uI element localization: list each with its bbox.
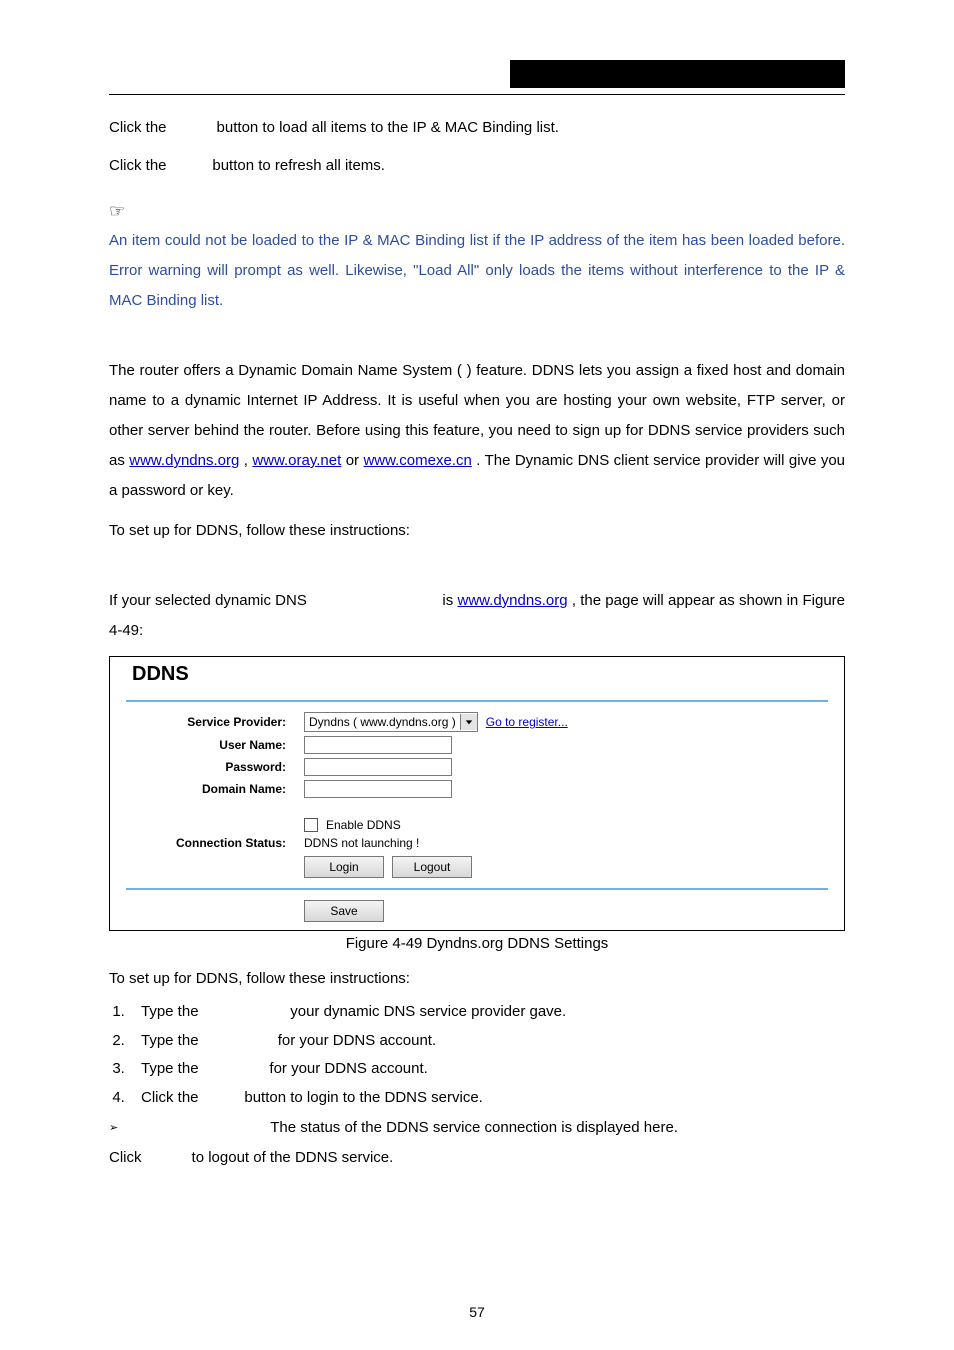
password-input[interactable] xyxy=(304,758,452,776)
domain-name-input[interactable] xyxy=(304,780,452,798)
select-value: Dyndns ( www.dyndns.org ) xyxy=(305,715,460,729)
row-domain-name: Domain Name: xyxy=(110,778,844,800)
text: Click xyxy=(109,1149,146,1166)
login-button[interactable]: Login xyxy=(304,856,384,878)
steps-intro: To set up for DDNS, follow these instruc… xyxy=(109,964,845,994)
link-comexe[interactable]: www.comexe.cn xyxy=(363,452,471,469)
top-black-bar xyxy=(510,60,845,88)
enable-ddns-checkbox[interactable] xyxy=(304,818,318,832)
link-dyndns[interactable]: www.dyndns.org xyxy=(129,452,239,469)
go-to-register-link[interactable]: Go to register... xyxy=(486,715,568,729)
service-provider-select[interactable]: Dyndns ( www.dyndns.org ) xyxy=(304,712,478,732)
figure-caption: Figure 4-49 Dyndns.org DDNS Settings xyxy=(109,935,845,952)
label-service-provider: Service Provider: xyxy=(126,715,304,729)
enable-ddns-label: Enable DDNS xyxy=(326,818,401,832)
blank xyxy=(171,157,209,174)
label-domain-name: Domain Name: xyxy=(126,782,304,796)
click-load-all-line: Click the button to load all items to th… xyxy=(109,113,845,143)
user-name-input[interactable] xyxy=(304,736,452,754)
blank xyxy=(171,119,213,136)
text: Click the xyxy=(109,157,171,174)
step-3: Type the for your DDNS account. xyxy=(129,1055,845,1084)
connection-status-value: DDNS not launching ! xyxy=(304,836,419,850)
row-login-buttons: Login Logout xyxy=(110,852,844,888)
header-divider xyxy=(109,94,845,95)
text: The status of the DDNS service connectio… xyxy=(270,1119,678,1136)
save-button[interactable]: Save xyxy=(304,900,384,922)
blank xyxy=(203,1032,274,1049)
step-4: Click the button to login to the DDNS se… xyxy=(129,1084,845,1113)
link-dyndns-inline[interactable]: www.dyndns.org xyxy=(458,592,568,609)
panel-title: DDNS xyxy=(110,657,844,700)
connection-status-note: ➢ The status of the DDNS service connect… xyxy=(109,1114,845,1143)
label-password: Password: xyxy=(126,760,304,774)
blank xyxy=(203,1060,266,1077)
text: button to load all items to the IP & MAC… xyxy=(217,119,559,136)
setup-instruction-line: To set up for DDNS, follow these instruc… xyxy=(109,516,845,546)
selected-provider-line: If your selected dynamic DNS is www.dynd… xyxy=(109,586,845,646)
step-2: Type the for your DDNS account. xyxy=(129,1027,845,1056)
steps-list: Type the your dynamic DNS service provid… xyxy=(109,998,845,1112)
row-save: Save xyxy=(110,898,844,930)
figure-ddns-settings: DDNS Service Provider: Dyndns ( www.dynd… xyxy=(109,656,845,931)
ddns-intro-paragraph: The router offers a Dynamic Domain Name … xyxy=(109,356,845,506)
chevron-right-icon: ➢ xyxy=(109,1114,133,1139)
blank xyxy=(133,1119,266,1136)
note-text: An item could not be loaded to the IP & … xyxy=(109,226,845,316)
row-password: Password: xyxy=(110,756,844,778)
panel-divider xyxy=(126,888,828,890)
text: Click the xyxy=(141,1089,203,1106)
row-connection-status: Connection Status: DDNS not launching ! xyxy=(110,834,844,852)
text: is xyxy=(442,592,457,609)
text: button to login to the DDNS service. xyxy=(244,1089,482,1106)
step-1: Type the your dynamic DNS service provid… xyxy=(129,998,845,1027)
link-oray[interactable]: www.oray.net xyxy=(252,452,341,469)
row-service-provider: Service Provider: Dyndns ( www.dyndns.or… xyxy=(110,710,844,734)
chevron-down-icon[interactable] xyxy=(460,714,477,730)
blank xyxy=(203,1003,286,1020)
blank xyxy=(146,1149,188,1166)
text: Type the xyxy=(141,1060,203,1077)
text: If your selected dynamic DNS xyxy=(109,592,311,609)
text: for your DDNS account. xyxy=(278,1032,436,1049)
text: button to refresh all items. xyxy=(212,157,385,174)
row-user-name: User Name: xyxy=(110,734,844,756)
text: or xyxy=(346,452,364,469)
text: Type the xyxy=(141,1032,203,1049)
logout-line: Click to logout of the DDNS service. xyxy=(109,1143,845,1173)
text: your dynamic DNS service provider gave. xyxy=(290,1003,566,1020)
blank xyxy=(311,592,438,609)
logout-button[interactable]: Logout xyxy=(392,856,472,878)
page-number: 57 xyxy=(0,1304,954,1320)
label-user-name: User Name: xyxy=(126,738,304,752)
note-pointer-icon: ☞ xyxy=(109,201,845,222)
text: Type the xyxy=(141,1003,203,1020)
row-enable-ddns: Enable DDNS xyxy=(110,816,844,834)
text: Click the xyxy=(109,119,171,136)
text: for your DDNS account. xyxy=(269,1060,427,1077)
blank xyxy=(203,1089,241,1106)
panel-divider xyxy=(126,700,828,702)
text: to logout of the DDNS service. xyxy=(192,1149,394,1166)
label-connection-status: Connection Status: xyxy=(126,836,304,850)
click-refresh-line: Click the button to refresh all items. xyxy=(109,151,845,181)
